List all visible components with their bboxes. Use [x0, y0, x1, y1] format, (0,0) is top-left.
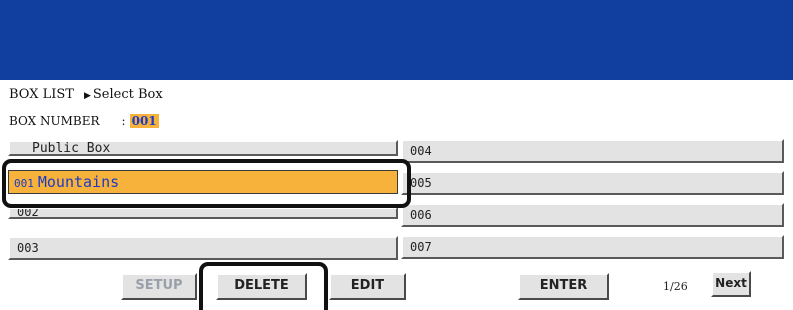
- box-slot-002[interactable]: 002: [8, 207, 398, 219]
- box-slot-006[interactable]: 006: [401, 203, 784, 227]
- header-bar: [0, 0, 793, 80]
- edit-button[interactable]: EDIT: [329, 273, 406, 300]
- box-slot-label: 007: [410, 240, 432, 254]
- box-number-label: BOX NUMBER: [9, 114, 100, 128]
- box-slot-005[interactable]: 005: [401, 171, 784, 195]
- box-slot-label: Public Box: [32, 141, 111, 156]
- box-slot-public[interactable]: Public Box: [8, 140, 398, 156]
- box-slot-label: 003: [17, 241, 39, 255]
- next-button[interactable]: Next: [711, 271, 751, 297]
- box-slot-001[interactable]: 001 Mountains: [8, 170, 398, 194]
- box-slot-003[interactable]: 003: [8, 236, 398, 260]
- box-slot-number: 001: [14, 177, 34, 190]
- breadcrumb-current: Select Box: [92, 87, 163, 102]
- breadcrumb-root: BOX LIST: [9, 87, 74, 102]
- box-slot-004[interactable]: 004: [401, 139, 784, 163]
- arrow-right-icon: ▶: [83, 91, 91, 101]
- page-indicator: 1/26: [663, 280, 688, 293]
- box-slot-name: Mountains: [37, 173, 120, 191]
- box-slot-label: 005: [410, 176, 432, 190]
- box-slot-007[interactable]: 007: [401, 235, 784, 259]
- box-slot-label: 002: [17, 207, 39, 219]
- box-slot-label: 004: [410, 144, 432, 158]
- breadcrumb: BOX LIST ▶ Select Box: [9, 87, 163, 102]
- box-slot-label: 006: [410, 208, 432, 222]
- setup-button[interactable]: SETUP: [121, 273, 197, 300]
- delete-button[interactable]: DELETE: [216, 273, 307, 300]
- box-number-display: BOX NUMBER:001: [9, 114, 159, 128]
- box-number-separator: :: [121, 114, 126, 128]
- enter-button[interactable]: ENTER: [518, 273, 609, 300]
- box-number-value: 001: [129, 114, 159, 128]
